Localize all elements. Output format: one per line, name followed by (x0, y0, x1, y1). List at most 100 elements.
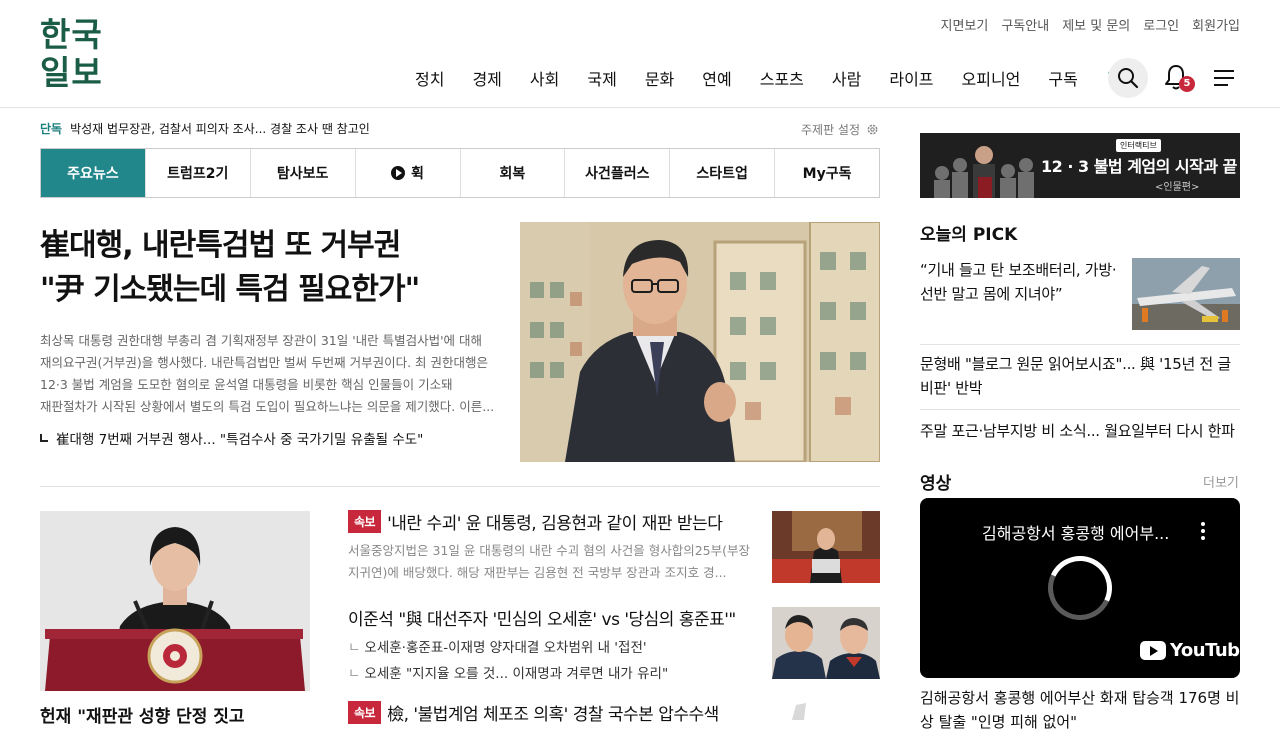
topic-setting-label: 주제판 설정 (801, 123, 861, 137)
youtube-wordmark: YouTube (1170, 640, 1240, 661)
todays-pick-heading: 오늘의 PICK (920, 225, 1018, 245)
lead-article-title[interactable]: 崔대행, 내란특검법 또 거부권 "尹 기소됐는데 특검 필요한가" (40, 224, 500, 312)
pick-item[interactable]: 주말 포근·남부지방 비 소식... 월요일부터 다시 한파 (920, 419, 1240, 443)
util-link-login[interactable]: 로그인 (1143, 15, 1179, 34)
lead-article-photo[interactable] (520, 222, 880, 462)
loading-spinner-icon (1038, 546, 1122, 630)
youtube-logo[interactable]: YouTube (1140, 640, 1240, 661)
pick-divider (920, 409, 1240, 410)
news-title: 이준석 "與 대선주자 '민심의 오세훈' vs '당심의 홍준표'" (348, 605, 736, 630)
lead-article-summary[interactable]: 최상목 대통령 권한대행 부총리 겸 기획재정부 장관이 31일 '내란 특별검… (40, 330, 498, 418)
thumbnail-image (772, 511, 880, 583)
exclusive-headline-text: 박성재 법무장관, 검찰서 피의자 조사... 경찰 조사 땐 참고인 (70, 122, 370, 136)
tab-case-plus[interactable]: 사건플러스 (565, 149, 671, 197)
breaking-badge: 속보 (348, 701, 382, 724)
nav-item-politics[interactable]: 정치 (415, 66, 444, 90)
subscribe-label: 구독 (1048, 70, 1078, 89)
breaking-badge: 속보 (348, 510, 382, 533)
search-button[interactable] (1108, 58, 1148, 98)
hamburger-menu-icon (1214, 70, 1234, 86)
video-player[interactable]: 김해공항서 홍콩행 에어부... YouTube (920, 498, 1240, 678)
pick-divider (920, 344, 1240, 345)
nav-item-sports[interactable]: 스포츠 (760, 66, 804, 90)
court-photo-image (40, 511, 310, 691)
nav-item-life[interactable]: 라이프 (889, 66, 933, 90)
nav-item-international[interactable]: 국제 (587, 66, 616, 90)
play-icon (391, 166, 406, 180)
video-caption[interactable]: 김해공항서 홍콩행 에어부산 화재 탑승객 176명 비상 탈출 "인명 피해 … (920, 686, 1240, 734)
menu-button[interactable] (1212, 68, 1236, 88)
logo-line-2: 일보 (40, 53, 103, 92)
constitutional-court-photo[interactable] (40, 511, 310, 691)
tab-label: 휙 (411, 166, 424, 182)
news-item[interactable]: 속보 檢, '불법계엄 체포조 의혹' 경찰 국수본 압수수색 (348, 700, 719, 725)
corner-arrow-icon: ㄴ (348, 640, 361, 656)
site-logo[interactable]: 한국 일보 (40, 16, 106, 92)
notification-count-badge: 5 (1179, 76, 1195, 92)
related-link[interactable]: ㄴ 오세훈·홍준표-이재명 양자대결 오차범위 내 '접전' (348, 636, 736, 656)
nav-item-culture[interactable]: 문화 (645, 66, 674, 90)
news-title-text: 이준석 "與 대선주자 '민심의 오세훈' vs '당심의 홍준표'" (348, 610, 736, 630)
pick-item[interactable]: 문형배 "블로그 원문 읽어보시죠"... 與 '15년 전 글 비판' 반박 (920, 352, 1240, 400)
gear-icon (867, 124, 878, 135)
banner-title: 12 · 3 불법 계엄의 시작과 끝 (1041, 157, 1237, 176)
utility-links: 지면보기 구독안내 제보 및 문의 로그인 회원가입 (941, 15, 1241, 34)
news-title: 속보 檢, '불법계엄 체포조 의혹' 경찰 국수본 압수수색 (348, 700, 719, 725)
tab-label: 주요뉴스 (67, 166, 119, 182)
nav-item-opinion[interactable]: 오피니언 (962, 66, 1021, 90)
nav-item-economy[interactable]: 경제 (472, 66, 501, 90)
util-link-report[interactable]: 제보 및 문의 (1062, 15, 1130, 34)
news-thumbnail[interactable] (772, 511, 880, 583)
pick-thumbnail[interactable] (1132, 258, 1240, 330)
news-item[interactable]: 이준석 "與 대선주자 '민심의 오세훈' vs '당심의 홍준표'" ㄴ 오세… (348, 605, 736, 682)
thumbnail-image (772, 703, 880, 720)
tab-label: 회복 (499, 166, 526, 182)
related-link[interactable]: ㄴ 오세훈 "지지율 오를 것... 이재명과 겨루면 내가 유리" (348, 662, 736, 682)
banner-subtitle: <인물편> (1155, 182, 1200, 193)
tab-my-subscription[interactable]: My구독 (775, 149, 879, 197)
corner-arrow-icon (40, 434, 48, 442)
lead-title-line-1: 崔대행, 내란특검법 또 거부권 (40, 228, 401, 263)
news-item[interactable]: 속보 '내란 수괴' 윤 대통령, 김용현과 같이 재판 받는다 서울중앙지법은… (348, 509, 750, 584)
pick-item[interactable]: “기내 들고 탄 보조배터리, 가방·선반 말고 몸에 지녀야” (920, 258, 1120, 306)
exclusive-tag: 단독 (40, 122, 63, 136)
notification-button[interactable]: 5 (1163, 63, 1195, 93)
corner-arrow-icon: ㄴ (348, 666, 361, 682)
tab-label: 사건플러스 (585, 166, 650, 182)
youtube-play-icon (1140, 641, 1166, 660)
tab-label: 탐사보도 (276, 166, 329, 182)
site-header: 한국 일보 지면보기 구독안내 제보 및 문의 로그인 회원가입 정치 경제 사… (0, 0, 1280, 108)
search-icon (1118, 68, 1139, 89)
video-title: 김해공항서 홍콩행 에어부... (982, 524, 1170, 543)
lead-related-text: 崔대행 7번째 거부권 행사... "특검수사 중 국가기밀 유출될 수도" (56, 432, 424, 448)
tab-investigative[interactable]: 탐사보도 (251, 149, 356, 197)
tab-trump-2nd-term[interactable]: 트럼프2기 (146, 149, 251, 197)
exclusive-headline[interactable]: 단독 박성재 법무장관, 검찰서 피의자 조사... 경찰 조사 땐 참고인 (40, 120, 370, 137)
kebab-menu-icon[interactable] (1201, 522, 1205, 543)
tab-main-news[interactable]: 주요뉴스 (41, 149, 146, 197)
tab-label: 트럼프2기 (167, 166, 229, 182)
util-link-subscription-info[interactable]: 구독안내 (1001, 15, 1049, 34)
court-article-title[interactable]: 헌재 "재판관 성향 단정 짓고 (40, 702, 245, 727)
video-heading: 영상 (920, 474, 952, 494)
thumbnail-image (772, 607, 880, 679)
tab-label: 스타트업 (696, 166, 748, 182)
nav-item-society[interactable]: 사회 (530, 66, 559, 90)
topic-setting-button[interactable]: 주제판 설정 (801, 121, 879, 138)
tab-startup[interactable]: 스타트업 (670, 149, 776, 197)
video-more-link[interactable]: 더보기 (1203, 472, 1239, 491)
news-thumbnail[interactable] (772, 607, 880, 679)
nav-item-people[interactable]: 사람 (832, 66, 861, 90)
news-summary: 서울중앙지법은 31일 윤 대통령의 내란 수괴 혐의 사건을 형사합의25부(… (348, 543, 750, 580)
news-title: 속보 '내란 수괴' 윤 대통령, 김용현과 같이 재판 받는다 (348, 509, 750, 534)
tab-label: My구독 (802, 166, 852, 182)
tab-recovery[interactable]: 회복 (461, 149, 566, 197)
news-thumbnail[interactable] (772, 703, 880, 720)
lead-related-link[interactable]: 崔대행 7번째 거부권 행사... "특검수사 중 국가기밀 유출될 수도" (40, 428, 423, 448)
tab-hwik[interactable]: 휙 (356, 149, 461, 197)
util-link-signup[interactable]: 회원가입 (1192, 15, 1240, 34)
nav-item-entertainment[interactable]: 연예 (702, 66, 731, 90)
banner-tag: 인터랙티브 (1116, 139, 1161, 152)
section-tabs: 주요뉴스 트럼프2기 탐사보도 휙 회복 사건플러스 스타트업 My구독 (40, 148, 880, 198)
util-link-print-edition[interactable]: 지면보기 (941, 15, 989, 34)
